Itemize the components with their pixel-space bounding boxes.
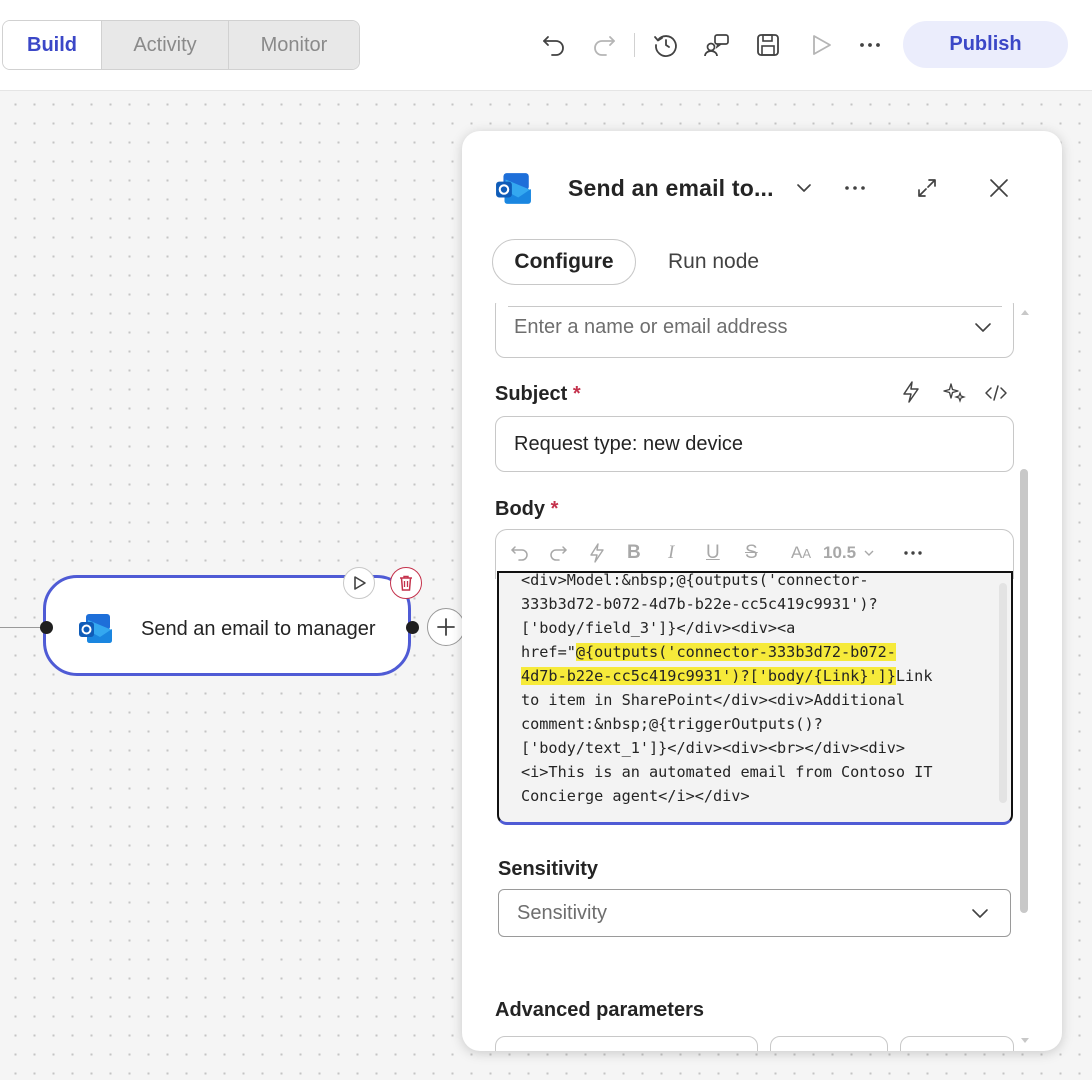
editor-scrollbar[interactable]: [999, 583, 1007, 803]
expand-icon[interactable]: [912, 173, 942, 203]
tab-monitor[interactable]: Monitor: [229, 21, 359, 69]
redo-icon: [550, 546, 568, 561]
code-line: ['body/text_1']}</div><div><br></div><di…: [521, 739, 906, 757]
code-line: 333b3d72-b072-4d7b-b22e-cc5c419c9931')?: [521, 595, 878, 613]
save-icon[interactable]: [753, 30, 783, 60]
subject-value: Request type: new device: [514, 433, 744, 455]
sparkle-icon[interactable]: [942, 381, 966, 408]
chevron-down-icon[interactable]: [972, 316, 994, 343]
feedback-icon[interactable]: [702, 30, 732, 60]
code-line: Link: [895, 667, 933, 685]
font-size-value[interactable]: 10.5: [823, 543, 856, 563]
panel-title: Send an email to...: [568, 175, 774, 201]
code-line: <i>This is an automated email from Conto…: [521, 763, 933, 781]
node-properties-panel: Send an email to... Configure Run node E…: [462, 131, 1062, 1051]
publish-button[interactable]: Publish: [903, 21, 1068, 68]
sensitivity-label: Sensitivity: [498, 858, 599, 880]
advanced-parameters-dropdown[interactable]: [495, 1036, 758, 1051]
advanced-show-all-button[interactable]: [770, 1036, 888, 1051]
to-field[interactable]: Enter a name or email address: [495, 303, 1014, 358]
input-port[interactable]: [40, 621, 53, 634]
delete-node-button[interactable]: [390, 567, 422, 599]
close-icon[interactable]: [984, 173, 1014, 203]
outlook-icon: [494, 169, 534, 209]
sensitivity-placeholder: Sensitivity: [517, 902, 608, 924]
dynamic-content-icon[interactable]: [900, 380, 922, 409]
code-view-icon[interactable]: [984, 383, 1008, 408]
play-icon[interactable]: [806, 30, 836, 60]
body-code-editor[interactable]: <div>Model:&nbsp;@{outputs('connector- 3…: [497, 571, 1013, 825]
output-port[interactable]: [406, 621, 419, 634]
redo-icon[interactable]: [589, 30, 619, 60]
top-bar: Build Activity Monitor Publish: [0, 0, 1092, 91]
tab-configure[interactable]: Configure: [492, 239, 636, 285]
highlighted-expression: 4d7b-b22e-cc5c419c9931')?['body/{Link}']…: [521, 667, 896, 685]
body-label: Body *: [495, 498, 559, 520]
code-line: href=": [521, 643, 576, 661]
advanced-parameters-label: Advanced parameters: [495, 999, 704, 1021]
required-marker: *: [572, 383, 581, 405]
panel-scroll-area[interactable]: Enter a name or email address Subject * …: [462, 303, 1062, 1051]
subject-label: Subject *: [495, 383, 581, 405]
underline-icon[interactable]: U: [706, 542, 720, 564]
undo-icon[interactable]: [539, 30, 569, 60]
field-divider: [508, 306, 1002, 307]
code-line: Concierge agent</i></div>: [521, 787, 750, 805]
code-line: comment:&nbsp;@{triggerOutputs()?: [521, 715, 823, 733]
tab-build[interactable]: Build: [3, 21, 102, 69]
more-icon: [904, 551, 922, 555]
scroll-down-icon: [1021, 1038, 1029, 1043]
panel-scrollbar[interactable]: [1020, 469, 1028, 913]
add-step-button[interactable]: [427, 608, 465, 646]
history-icon[interactable]: [651, 30, 681, 60]
bold-icon[interactable]: B: [627, 542, 641, 564]
view-tabs: Build Activity Monitor: [2, 20, 360, 70]
chevron-down-icon[interactable]: [789, 173, 819, 203]
scroll-up-icon: [1021, 310, 1029, 315]
play-icon: [354, 576, 366, 590]
code-line: to item in SharePoint</div><div>Addition…: [521, 691, 906, 709]
plus-icon: [437, 618, 455, 636]
italic-icon[interactable]: I: [668, 542, 674, 564]
sensitivity-dropdown[interactable]: Sensitivity: [498, 889, 1011, 937]
strikethrough-icon[interactable]: S: [745, 542, 758, 564]
incoming-edge: [0, 627, 44, 628]
more-icon[interactable]: [855, 30, 885, 60]
chevron-down-icon: [864, 550, 874, 556]
highlighted-expression: @{outputs('connector-333b3d72-b072-: [575, 643, 896, 661]
advanced-clear-button[interactable]: [900, 1036, 1014, 1051]
dynamic-content-icon: [590, 543, 604, 563]
subject-input[interactable]: Request type: new device: [495, 416, 1014, 472]
run-node-button[interactable]: [343, 567, 375, 599]
to-placeholder: Enter a name or email address: [514, 316, 788, 338]
toolbar-divider: [634, 33, 635, 57]
outlook-icon: [78, 612, 114, 651]
code-line: <div>Model:&nbsp;@{outputs('connector-: [521, 571, 869, 589]
code-line: ['body/field_3']}</div><div><a: [521, 619, 796, 637]
chevron-down-icon[interactable]: [969, 902, 991, 929]
node-label: Send an email to manager: [141, 618, 376, 640]
undo-icon: [510, 546, 528, 561]
required-marker: *: [550, 498, 559, 520]
trash-icon: [400, 575, 412, 591]
tab-run-node[interactable]: Run node: [668, 239, 759, 285]
tab-activity[interactable]: Activity: [102, 21, 229, 69]
more-icon[interactable]: [840, 173, 870, 203]
font-size-icon[interactable]: AA: [791, 543, 811, 563]
